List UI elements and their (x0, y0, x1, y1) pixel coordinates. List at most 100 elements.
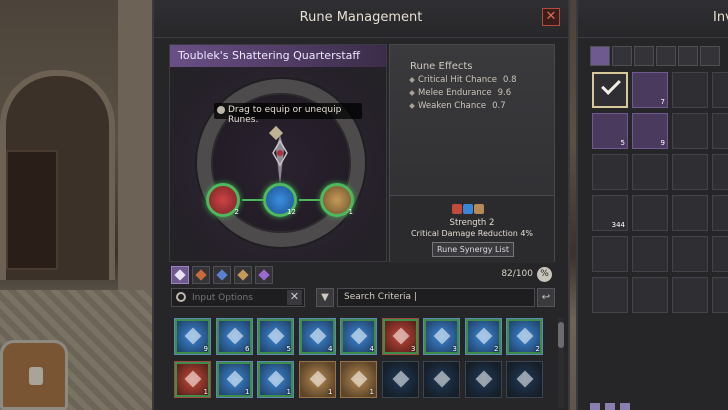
rune-item[interactable]: 9 (174, 318, 211, 355)
inventory-tab-all[interactable] (590, 46, 610, 66)
input-options-box: ✕ (171, 288, 305, 307)
inventory-item[interactable] (672, 113, 708, 149)
filter-icon[interactable] (605, 403, 615, 410)
rune-item[interactable]: 1 (215, 361, 253, 398)
inventory-item[interactable] (672, 154, 708, 190)
effect-value: 0.7 (492, 101, 506, 111)
rune-item[interactable] (381, 361, 419, 398)
effect-name: Critical Hit Chance (418, 75, 498, 85)
info-icon (217, 106, 225, 114)
equipped-rune-slot-gold[interactable]: 1 (320, 183, 354, 217)
inventory-title-bar[interactable]: Inv (578, 0, 728, 38)
filter-tab-blue[interactable] (213, 266, 231, 284)
rune-item[interactable]: 2 (506, 318, 543, 355)
rune-count-label: 1 (369, 388, 374, 396)
inventory-item[interactable] (672, 72, 708, 108)
rune-item[interactable]: 5 (257, 318, 294, 355)
filter-tab-all[interactable] (171, 266, 189, 284)
inventory-item[interactable] (592, 154, 628, 190)
inventory-item[interactable]: 9 (632, 113, 668, 149)
rune-count-label: 9 (203, 345, 208, 353)
search-criteria-field[interactable]: Search Criteria | (337, 288, 535, 307)
filter-funnel-button[interactable]: ▼ (316, 288, 334, 307)
inventory-item[interactable] (712, 236, 728, 272)
rune-count-label: 6 (245, 345, 250, 353)
blue-rune-icon (350, 327, 368, 345)
rune-count-label: 3 (411, 345, 416, 353)
inventory-item[interactable] (672, 277, 708, 313)
arrange-icon[interactable] (620, 403, 630, 410)
effect-name: Weaken Chance (418, 101, 487, 111)
equipped-rune-slot-blue[interactable]: 12 (263, 183, 297, 217)
inventory-item[interactable] (632, 195, 668, 231)
inventory-item[interactable] (592, 72, 628, 108)
filter-tab-gold[interactable] (234, 266, 252, 284)
red-rune-icon (452, 204, 462, 214)
window-title: Rune Management (299, 10, 423, 25)
slot-connector (299, 199, 321, 201)
percent-icon[interactable]: % (537, 267, 552, 282)
inventory-item[interactable] (712, 154, 728, 190)
inventory-item[interactable] (712, 277, 728, 313)
rune-item[interactable]: 1 (174, 361, 211, 398)
equipped-rune-slot-red[interactable]: 2 (206, 183, 240, 217)
inventory-item[interactable] (632, 154, 668, 190)
inventory-item[interactable]: 344 (592, 195, 628, 231)
rune-item[interactable] (423, 361, 460, 398)
dim-rune-icon (433, 370, 451, 388)
inventory-item[interactable] (712, 72, 728, 108)
inventory-item[interactable] (672, 236, 708, 272)
inventory-tabs (590, 46, 728, 66)
rune-item[interactable]: 3 (423, 318, 460, 355)
inventory-tab[interactable] (678, 46, 698, 66)
rune-filter-bar: 82/100 % (169, 266, 555, 286)
inventory-item[interactable] (712, 195, 728, 231)
search-row: ✕ ▼ Search Criteria | ↩ (169, 288, 555, 308)
inventory-item[interactable] (632, 236, 668, 272)
item-count: 7 (660, 98, 665, 106)
inventory-item[interactable]: 5 (592, 113, 628, 149)
rune-synergy-list-button[interactable]: Rune Synergy List (432, 242, 514, 257)
rune-count: 82/100 (501, 269, 533, 279)
inventory-tab-equipment[interactable] (612, 46, 632, 66)
gold-rune-icon (237, 269, 249, 281)
item-count: 9 (660, 139, 665, 147)
clear-input-button[interactable]: ✕ (287, 290, 302, 305)
rune-management-window: Rune Management ✕ Toublek's Shattering Q… (152, 0, 570, 410)
blue-rune-icon (226, 327, 243, 345)
all-runes-icon (174, 269, 186, 281)
close-button[interactable]: ✕ (542, 8, 560, 26)
filter-tab-purple[interactable] (255, 266, 273, 284)
inventory-item[interactable] (632, 277, 668, 313)
sort-icon[interactable] (590, 403, 600, 410)
reset-filter-button[interactable]: ↩ (537, 288, 555, 307)
inventory-tab[interactable] (634, 46, 654, 66)
stone-pillar (118, 0, 152, 300)
inventory-item[interactable] (672, 195, 708, 231)
input-options-field[interactable] (192, 291, 287, 305)
purple-rune-icon (258, 269, 270, 281)
inventory-item[interactable]: 7 (632, 72, 668, 108)
rune-item[interactable]: 1 (340, 361, 377, 398)
rune-item[interactable]: 2 (464, 318, 502, 355)
rune-item[interactable]: 1 (298, 361, 336, 398)
rune-item[interactable] (464, 361, 502, 398)
inventory-window: Inv 7 5 9 344 (576, 0, 728, 410)
inventory-tab[interactable] (700, 46, 720, 66)
rune-item[interactable]: 4 (298, 318, 336, 355)
inventory-item[interactable] (712, 113, 728, 149)
inventory-item[interactable] (592, 277, 628, 313)
rune-item[interactable]: 1 (257, 361, 294, 398)
scroll-thumb[interactable] (558, 322, 564, 348)
rune-item[interactable]: 4 (340, 318, 377, 355)
rune-item[interactable]: 6 (215, 318, 253, 355)
filter-tab-red[interactable] (192, 266, 210, 284)
inventory-item[interactable] (592, 236, 628, 272)
rune-item[interactable] (506, 361, 543, 398)
rune-count-label: 1 (328, 388, 333, 396)
inventory-tab[interactable] (656, 46, 676, 66)
drag-hint-tooltip: Drag to equip or unequip Runes. (214, 103, 362, 125)
rune-item[interactable]: 3 (381, 318, 419, 355)
rune-grid-scrollbar[interactable] (558, 318, 564, 408)
window-title-bar[interactable]: Rune Management ✕ (154, 0, 568, 38)
